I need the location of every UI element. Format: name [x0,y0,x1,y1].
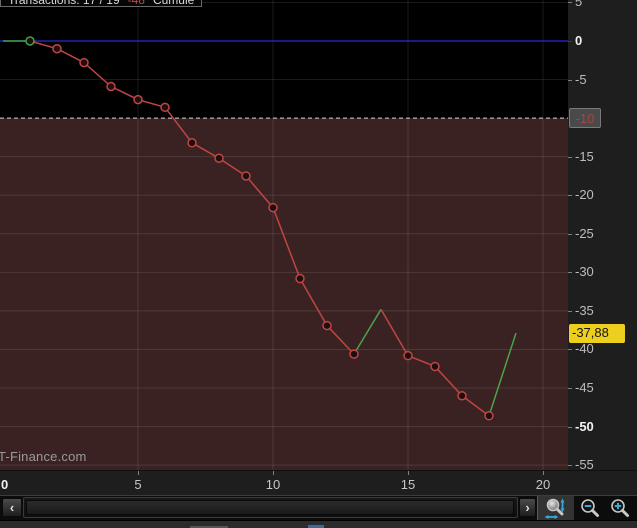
bottom-toolbar: ‹ › [0,495,637,521]
scroll-right-button[interactable]: › [519,498,536,517]
legend-transactions-label: Transactions: 17 / 19 [8,0,120,7]
x-axis-tick-label: 5 [134,477,142,492]
y-axis-tick [568,156,572,158]
equity-curve-svg [0,0,568,470]
pan-zoom-icon [544,498,565,519]
y-axis-tick-label: -15 [575,148,594,164]
y-axis-tick [568,195,572,197]
legend-box: Transactions: 17 / 19 -48 Cumulé [0,0,203,7]
trade-point-marker[interactable] [79,57,89,68]
window-bottom-edge [0,520,637,528]
x-axis-tick-label: 10 [265,477,281,492]
trade-point-marker[interactable] [160,102,170,113]
threshold-axis-label: -10 [569,108,601,129]
y-axis-tick [568,41,572,42]
trade-point-marker[interactable] [133,94,143,105]
y-axis-tick-label: -50 [575,418,594,434]
trade-point-marker[interactable] [268,202,278,213]
y-axis-tick-label: -40 [575,341,594,357]
chart-window: Transactions: 17 / 19 -48 Cumulé T-Finan… [0,0,637,528]
trade-point-marker[interactable] [25,36,35,46]
y-axis-tick [568,465,572,467]
y-axis-tick-label: 5 [575,0,583,10]
equity-curve-plot-area[interactable]: Transactions: 17 / 19 -48 Cumulé T-Finan… [0,0,568,470]
y-axis-tick [568,2,572,4]
x-axis-tick-label: 20 [535,477,551,492]
x-axis[interactable]: 0 5 10 15 20 [0,470,637,495]
trade-point-marker[interactable] [430,361,440,372]
last-value-axis-label: -37,88 [569,324,625,344]
y-axis-tick [568,272,572,274]
zoom-in-icon [611,498,629,517]
x-axis-tick [138,471,139,475]
trade-point-marker[interactable] [214,153,224,163]
y-axis[interactable]: -10 -37,88 5 0 -5 -15 -20 -25 -30 -35 -40 -45 -50-… [568,0,637,472]
y-axis-tick-label: -5 [575,71,587,87]
watermark: T-Finance.com [0,449,87,464]
legend-value: -48 [128,0,145,7]
y-axis-tick-label: -30 [575,264,594,280]
x-axis-tick [273,471,274,475]
y-axis-tick [568,79,572,81]
y-axis-tick [568,233,572,235]
trade-point-marker[interactable] [403,350,413,361]
trade-point-marker[interactable] [187,138,197,148]
y-axis-tick [568,349,572,351]
y-axis-tick-label: -20 [575,187,594,203]
x-axis-tick-label: 15 [400,477,416,492]
trade-point-marker[interactable] [106,81,116,92]
trade-point-marker[interactable] [52,43,62,54]
trade-point-marker[interactable] [349,349,359,359]
x-axis-tick [408,471,409,475]
trade-point-marker[interactable] [322,320,332,331]
zoom-out-icon [581,498,599,517]
scroll-left-button[interactable]: ‹ [2,498,22,517]
y-axis-tick-label: -35 [575,302,594,318]
zoom-out-button[interactable] [576,496,604,521]
y-axis-tick-label: -45 [575,380,594,396]
trade-point-marker[interactable] [295,273,305,284]
y-axis-tick [568,388,572,390]
x-axis-tick [543,471,544,475]
x-axis-tick-label: 0 [1,477,9,492]
scrollbar-thumb[interactable] [26,500,514,515]
trade-point-marker[interactable] [241,171,251,181]
y-axis-tick [568,310,572,312]
scrollbar-track[interactable] [23,497,518,518]
y-axis-tick-label: 0 [575,33,583,48]
legend-cumule-label: Cumulé [153,0,194,7]
trade-point-marker[interactable] [457,391,467,401]
trade-point-marker[interactable] [484,411,494,421]
y-axis-tick-label: -25 [575,225,594,241]
zoom-in-button[interactable] [606,496,634,521]
pan-zoom-tool-button[interactable] [537,496,574,521]
below-threshold-region [0,118,568,470]
y-axis-tick [568,426,572,428]
